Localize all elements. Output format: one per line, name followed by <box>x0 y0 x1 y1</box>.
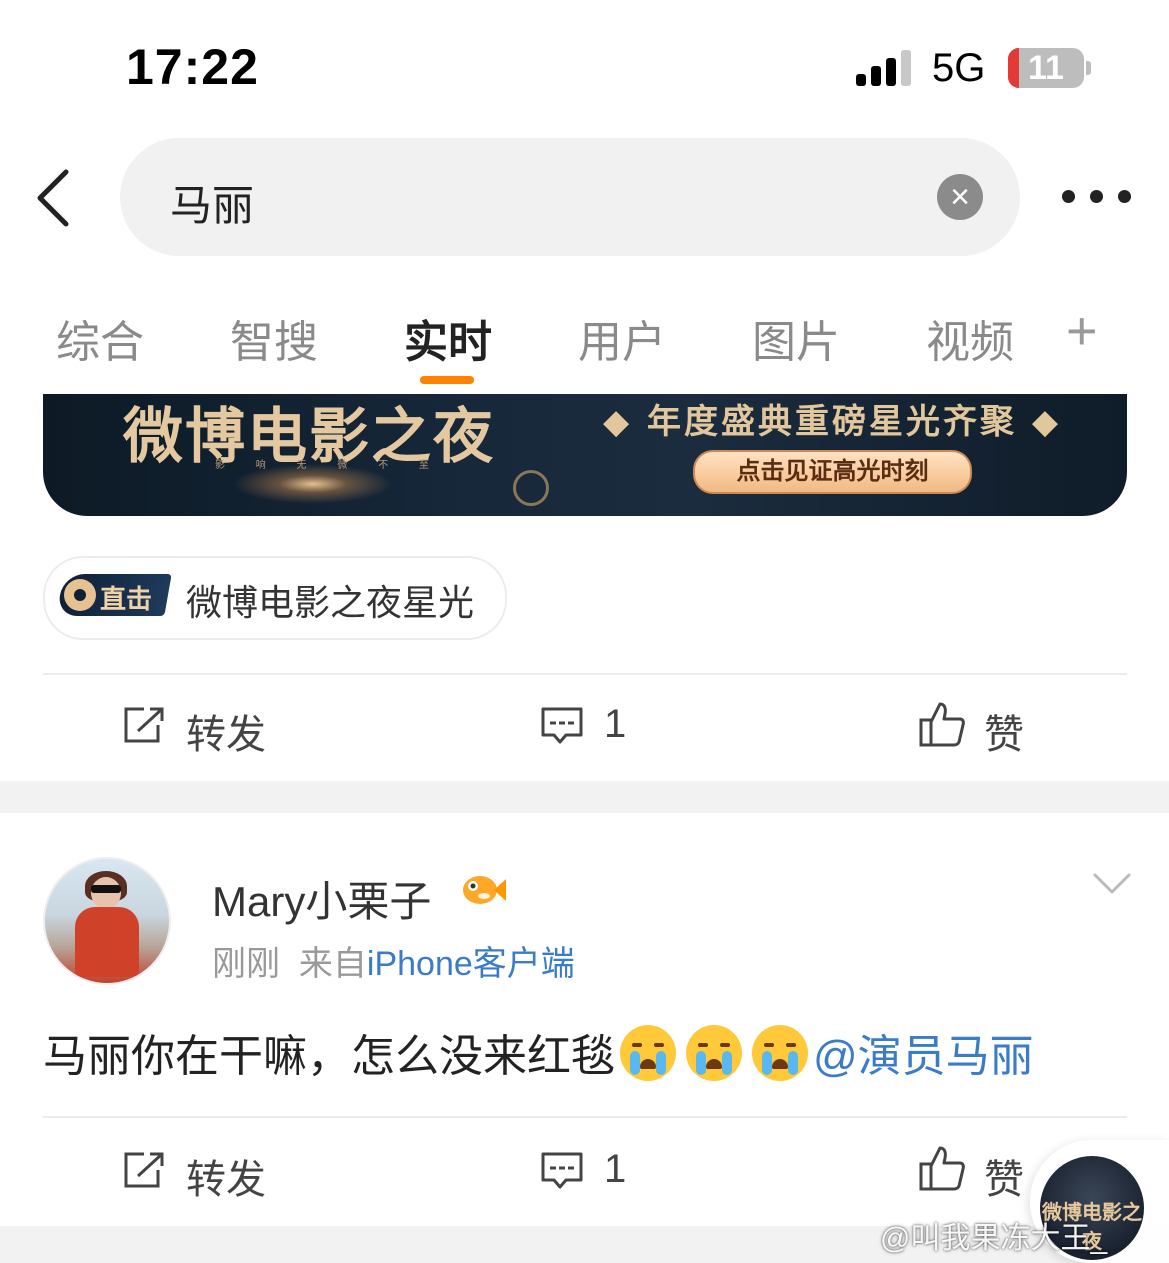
crying-face-icon <box>752 1025 808 1081</box>
repost-button[interactable]: 转发 <box>186 1147 266 1205</box>
chevron-down-icon[interactable] <box>1092 872 1132 896</box>
divider <box>43 1116 1127 1118</box>
comment-icon[interactable] <box>540 1151 584 1191</box>
film-reel-icon <box>513 470 549 506</box>
search-input[interactable] <box>120 138 1020 256</box>
banner-cta-button[interactable]: 点击见证高光时刻 <box>693 450 972 494</box>
battery-tip <box>1086 61 1091 75</box>
divider <box>43 673 1127 675</box>
post-text: 马丽你在干嘛，怎么没来红毯 @演员马丽 <box>43 1020 1034 1084</box>
repost-icon[interactable] <box>122 1150 166 1190</box>
like-button[interactable]: 赞 <box>984 1147 1024 1205</box>
post-time: 刚刚 <box>212 945 280 983</box>
film-reel-icon <box>64 579 96 611</box>
signal-icon <box>856 50 914 86</box>
battery-icon: 11 <box>1008 48 1084 88</box>
search-query[interactable]: 马丽 <box>170 172 254 233</box>
post-source-prefix: 来自 <box>298 945 367 983</box>
comment-count[interactable]: 1 <box>604 1147 626 1192</box>
add-tab-icon[interactable]: + <box>1066 300 1098 362</box>
tab-smart-search[interactable]: 智搜 <box>230 306 318 370</box>
back-icon[interactable] <box>34 168 78 228</box>
fish-badge-icon[interactable] <box>460 870 506 910</box>
mention-link[interactable]: @演员马丽 <box>813 1032 1034 1081</box>
comment-count[interactable]: 1 <box>604 702 626 747</box>
tab-images[interactable]: 图片 <box>752 306 840 370</box>
clear-search-icon[interactable]: × <box>937 174 983 220</box>
username[interactable]: Mary小栗子 <box>212 868 431 929</box>
repost-button[interactable]: 转发 <box>186 702 266 760</box>
tab-videos[interactable]: 视频 <box>926 306 1014 370</box>
more-options-icon[interactable] <box>1062 190 1132 204</box>
tab-comprehensive[interactable]: 综合 <box>56 306 144 370</box>
avatar[interactable] <box>43 857 171 985</box>
crying-face-icon <box>686 1025 742 1081</box>
tab-realtime[interactable]: 实时 <box>404 306 492 370</box>
battery-level: 11 <box>1028 49 1064 87</box>
watermark: @叫我果冻大王_ <box>880 1222 1108 1255</box>
like-button[interactable]: 赞 <box>984 702 1024 760</box>
event-banner[interactable]: 微博电影之夜 影 响 无 微 不 至 ◆ 年度盛典重磅星光齐聚 ◆ 点击见证高光… <box>43 394 1127 516</box>
comment-icon[interactable] <box>540 706 584 746</box>
stage-light <box>233 464 393 504</box>
like-icon[interactable] <box>918 700 966 748</box>
post-body: 马丽你在干嘛，怎么没来红毯 <box>43 1032 615 1081</box>
active-tab-indicator <box>420 376 474 384</box>
topic-label[interactable]: 微博电影之夜星光 <box>186 574 474 626</box>
banner-slogan: ◆ 年度盛典重磅星光齐聚 ◆ <box>603 402 1061 442</box>
section-gap <box>0 781 1169 813</box>
post-source[interactable]: iPhone客户端 <box>367 945 575 983</box>
topic-badge-label: 直击 <box>100 584 153 614</box>
status-time: 17:22 <box>126 39 259 95</box>
tab-users[interactable]: 用户 <box>578 306 666 370</box>
like-icon[interactable] <box>918 1144 966 1192</box>
crying-face-icon <box>620 1025 676 1081</box>
repost-icon[interactable] <box>122 705 166 745</box>
post-meta: 刚刚 来自iPhone客户端 <box>212 936 575 985</box>
network-label: 5G <box>932 46 986 90</box>
